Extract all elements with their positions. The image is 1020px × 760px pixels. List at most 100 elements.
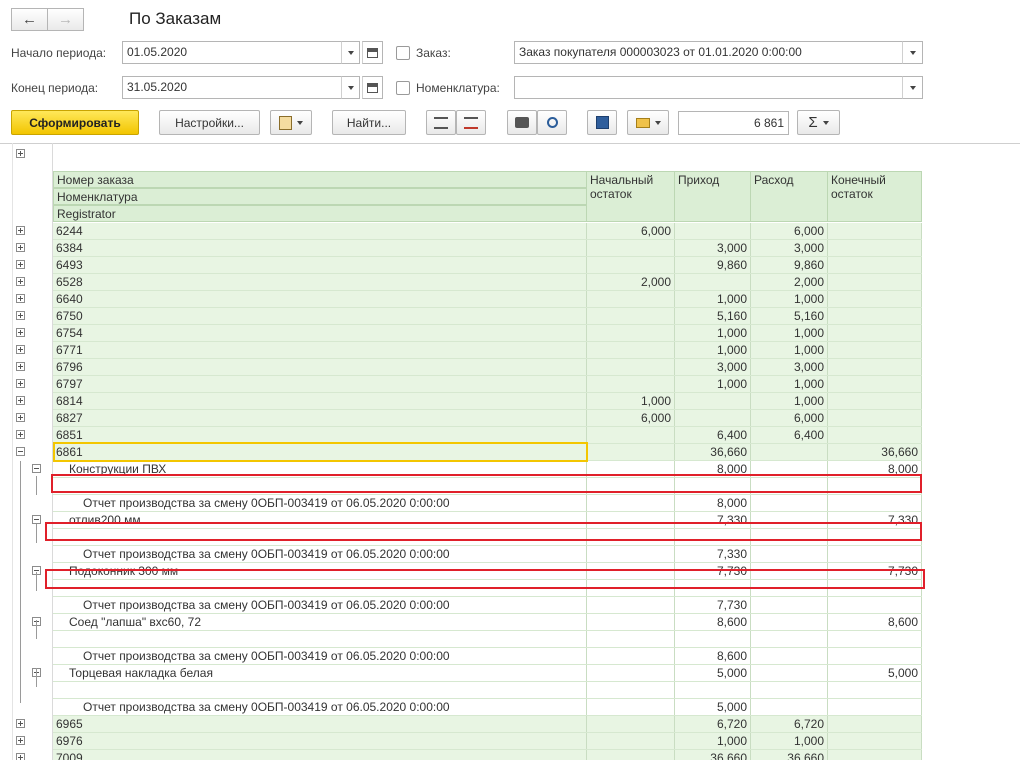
group-row[interactable]: 6976 1,000 1,000 (53, 733, 922, 750)
row-end-cell (827, 546, 922, 562)
group-row[interactable]: 6640 1,000 1,000 (53, 291, 922, 308)
variants-button[interactable] (270, 110, 312, 135)
table-row[interactable]: Отчет производства за смену 0ОБП-003419 … (53, 699, 922, 716)
table-row[interactable]: Отчет производства за смену 0ОБП-003419 … (53, 495, 922, 512)
group-row[interactable]: 6493 9,860 9,860 (53, 257, 922, 274)
end-period-input[interactable]: 31.05.2020 (122, 76, 343, 99)
print-button[interactable] (507, 110, 537, 135)
nomenclature-dropdown[interactable] (902, 76, 923, 99)
row-name-cell: 6851 (53, 427, 587, 443)
expand-icon[interactable] (16, 277, 25, 286)
group-row[interactable]: 6827 6,000 6,000 (53, 410, 922, 427)
calendar-icon (367, 82, 378, 93)
table-row[interactable]: Отчет производства за смену 0ОБП-003419 … (53, 648, 922, 665)
table-row[interactable] (53, 631, 922, 648)
expand-icon[interactable] (16, 396, 25, 405)
row-expense-cell: 6,000 (750, 410, 828, 426)
expand-icon[interactable] (16, 736, 25, 745)
order-checkbox[interactable] (396, 46, 410, 60)
group-row[interactable]: 6528 2,000 2,000 (53, 274, 922, 291)
row-end-cell (827, 308, 922, 324)
expand-icon[interactable] (16, 753, 25, 760)
row-start-cell (586, 495, 675, 511)
chevron-down-icon (347, 50, 354, 55)
tree-line (36, 668, 37, 687)
expand-icon[interactable] (16, 430, 25, 439)
generate-button[interactable]: Сформировать (11, 110, 139, 135)
order-dropdown[interactable] (902, 41, 923, 64)
group-row[interactable]: 6754 1,000 1,000 (53, 325, 922, 342)
sum-button[interactable]: Σ (797, 110, 840, 135)
group-row[interactable]: 6797 1,000 1,000 (53, 376, 922, 393)
row-end-cell (827, 223, 922, 239)
expand-icon[interactable] (16, 345, 25, 354)
expand-icon[interactable] (16, 311, 25, 320)
row-income-cell (674, 410, 751, 426)
list-expand-icon (434, 116, 448, 129)
row-start-cell (586, 376, 675, 392)
row-start-cell (586, 427, 675, 443)
print-preview-button[interactable] (537, 110, 567, 135)
table-row[interactable]: Отчет производства за смену 0ОБП-003419 … (53, 597, 922, 614)
collapse-groups-button[interactable] (456, 110, 486, 135)
settings-button[interactable]: Настройки... (159, 110, 260, 135)
group-row[interactable]: 6796 3,000 3,000 (53, 359, 922, 376)
row-income-cell: 5,000 (674, 665, 751, 681)
start-period-dropdown[interactable] (341, 41, 360, 64)
expand-icon[interactable] (16, 260, 25, 269)
expand-icon[interactable] (16, 362, 25, 371)
start-period-calendar-button[interactable] (362, 41, 383, 64)
expand-icon[interactable] (16, 379, 25, 388)
find-button[interactable]: Найти... (332, 110, 406, 135)
group-row[interactable]: 6750 5,160 5,160 (53, 308, 922, 325)
table-row[interactable]: Отчет производства за смену 0ОБП-003419 … (53, 546, 922, 563)
row-start-cell (586, 716, 675, 732)
group-row[interactable]: 7009 36,660 36,660 (53, 750, 922, 760)
row-expense-cell (750, 597, 828, 613)
expand-icon[interactable] (16, 294, 25, 303)
expand-all-icon[interactable] (16, 149, 25, 158)
row-end-cell: 5,000 (827, 665, 922, 681)
expand-icon[interactable] (16, 719, 25, 728)
expand-groups-button[interactable] (426, 110, 456, 135)
table-row[interactable] (53, 682, 922, 699)
table-row[interactable]: Соед "лапша" вхс60, 72 8,600 8,600 (53, 614, 922, 631)
end-period-calendar-button[interactable] (362, 76, 383, 99)
row-expense-cell: 3,000 (750, 359, 828, 375)
forward-button[interactable]: → (47, 8, 84, 31)
start-period-input[interactable]: 01.05.2020 (122, 41, 343, 64)
expand-icon[interactable] (16, 243, 25, 252)
send-email-button[interactable] (627, 110, 669, 135)
row-expense-cell (750, 495, 828, 511)
header-nomenclature: Номенклатура (53, 188, 587, 205)
group-row[interactable]: 6814 1,000 1,000 (53, 393, 922, 410)
start-period-label: Начало периода: (11, 46, 107, 60)
table-row[interactable]: Торцевая накладка белая 5,000 5,000 (53, 665, 922, 682)
expand-icon[interactable] (16, 226, 25, 235)
end-period-dropdown[interactable] (341, 76, 360, 99)
nomenclature-input[interactable] (514, 76, 904, 99)
row-income-cell: 7,330 (674, 546, 751, 562)
row-name-cell: Отчет производства за смену 0ОБП-003419 … (53, 699, 587, 715)
expand-icon[interactable] (16, 328, 25, 337)
tree-line (36, 620, 37, 639)
row-start-cell (586, 597, 675, 613)
group-row[interactable]: 6384 3,000 3,000 (53, 240, 922, 257)
nomenclature-checkbox[interactable] (396, 81, 410, 95)
collapse-icon[interactable] (32, 515, 41, 524)
back-button[interactable]: ← (11, 8, 48, 31)
save-button[interactable] (587, 110, 617, 135)
group-row[interactable]: 6771 1,000 1,000 (53, 342, 922, 359)
row-income-cell: 1,000 (674, 733, 751, 749)
group-row[interactable]: 6965 6,720 6,720 (53, 716, 922, 733)
group-row[interactable]: 6244 6,000 6,000 (53, 223, 922, 240)
chevron-down-icon (654, 120, 661, 125)
row-name-cell: 6965 (53, 716, 587, 732)
collapse-icon[interactable] (32, 464, 41, 473)
expand-icon[interactable] (16, 413, 25, 422)
order-input[interactable]: Заказ покупателя 000003023 от 01.01.2020… (514, 41, 904, 64)
row-income-cell: 9,860 (674, 257, 751, 273)
highlight-box (45, 569, 925, 589)
collapse-icon[interactable] (16, 447, 25, 456)
calendar-icon (367, 47, 378, 58)
